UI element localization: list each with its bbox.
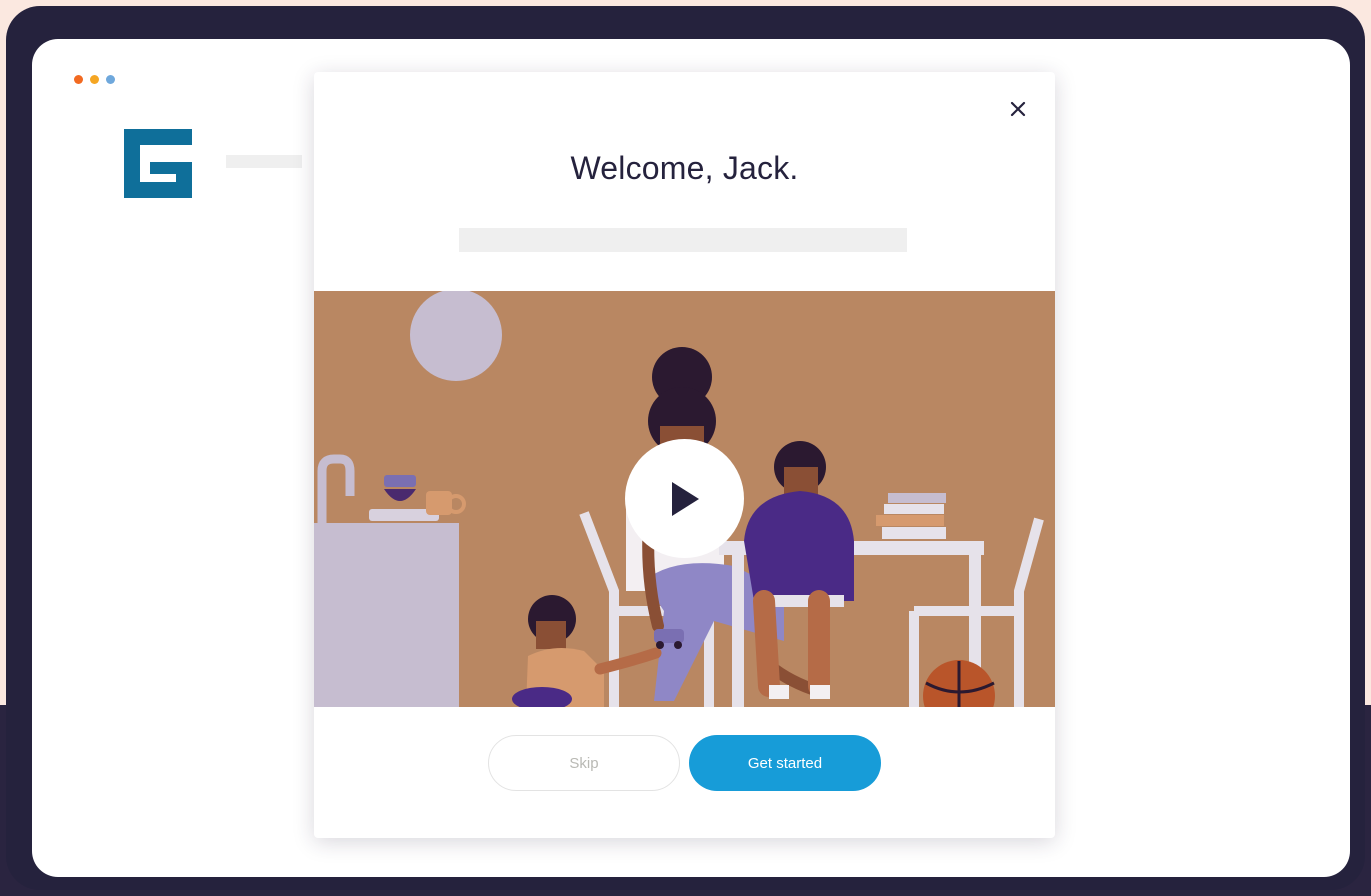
welcome-modal: Welcome, Jack. Skip Get started — [314, 72, 1055, 838]
window-dot-blue — [106, 75, 115, 84]
play-button[interactable] — [625, 439, 744, 558]
brand-name-placeholder — [226, 155, 302, 168]
play-icon — [671, 481, 699, 516]
window-controls — [74, 75, 115, 84]
close-button[interactable] — [1003, 94, 1033, 124]
modal-title: Welcome, Jack. — [570, 150, 799, 186]
window-dot-yellow — [90, 75, 99, 84]
g-logo-icon — [124, 129, 192, 198]
get-started-button[interactable]: Get started — [689, 735, 881, 791]
video-player[interactable] — [314, 291, 1055, 707]
skip-button[interactable]: Skip — [488, 735, 680, 791]
close-icon — [1010, 101, 1026, 117]
modal-actions: Skip Get started — [314, 735, 1055, 791]
window-dot-red — [74, 75, 83, 84]
subtitle-placeholder — [459, 228, 907, 252]
